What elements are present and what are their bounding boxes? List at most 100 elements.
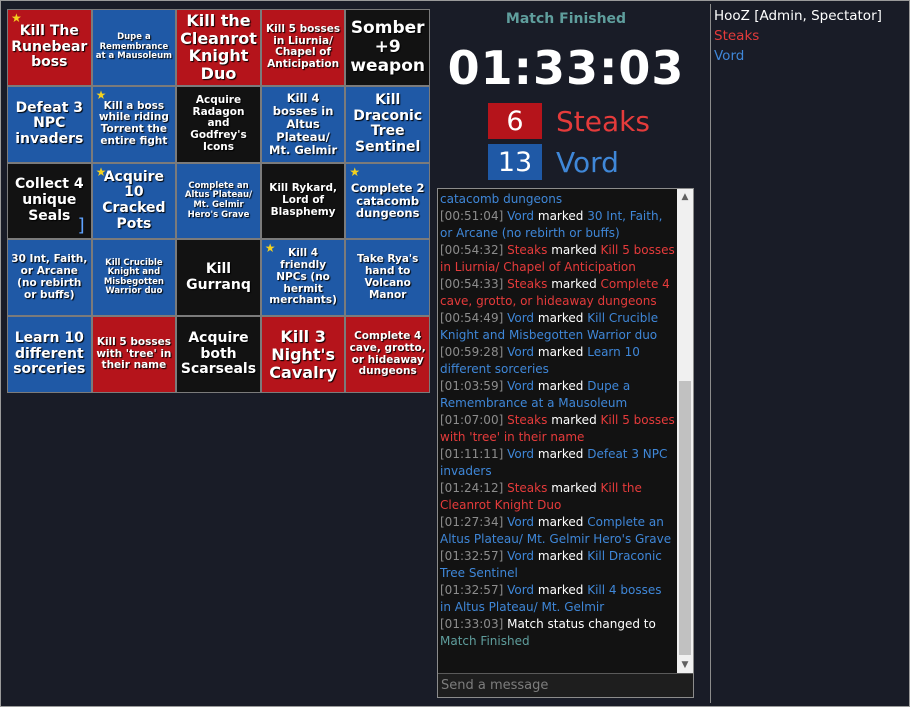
team-score-box: 6 bbox=[488, 103, 542, 139]
chat-log[interactable]: catacomb dungeons [00:51:04] Vord marked… bbox=[438, 189, 677, 673]
chat-action: marked bbox=[537, 447, 584, 461]
chat-timestamp: [00:59:28] bbox=[440, 345, 504, 359]
chat-line: catacomb dungeons bbox=[440, 192, 563, 206]
board-cell[interactable]: Take Rya's hand to Volcano Manor bbox=[346, 240, 429, 316]
chat-input[interactable] bbox=[438, 673, 693, 697]
board-cell-mark: ] bbox=[77, 215, 85, 237]
chat-message: [01:11:11] Vord marked Defeat 3 NPC inva… bbox=[440, 446, 675, 480]
board-cell-label: Kill The Runebear boss bbox=[11, 22, 88, 71]
board-cell[interactable]: Kill Rykard, Lord of Blasphemy bbox=[261, 163, 345, 239]
board-cell-label: Defeat 3 NPC invaders bbox=[15, 99, 84, 148]
board-cell[interactable]: Kill 4 bosses in Altus Plateau/ Mt. Gelm… bbox=[261, 86, 345, 162]
chat-timestamp: [01:07:00] bbox=[440, 413, 504, 427]
chat-message: [00:54:32] Steaks marked Kill 5 bosses i… bbox=[440, 242, 675, 276]
board-cell[interactable]: Complete an Altus Plateau/ Mt. Gelmir He… bbox=[177, 163, 260, 239]
star-icon: ★ bbox=[95, 164, 107, 179]
chat-player-name: Steaks bbox=[507, 481, 548, 495]
board-cell[interactable]: Kill Crucible Knight and Misbegotten War… bbox=[92, 240, 176, 316]
chat-player-name: Vord bbox=[507, 583, 535, 597]
chat-action: marked bbox=[537, 209, 584, 223]
board-cell-label: Learn 10 different sorceries bbox=[13, 330, 86, 378]
board-cell[interactable]: ★ Kill The Runebear boss bbox=[8, 10, 91, 85]
chevron-up-icon[interactable]: ▲ bbox=[677, 189, 693, 205]
board-cell-label: Dupe a Remembrance at a Mausoleum bbox=[95, 32, 172, 62]
board-cell-label: 30 Int, Faith, or Arcane (no rebirth or … bbox=[11, 253, 88, 301]
scrollbar-thumb[interactable] bbox=[679, 381, 691, 655]
board-cell[interactable]: Kill Gurranq bbox=[177, 240, 260, 316]
board-cell-label: Kill 4 friendly NPCs (no hermit merchant… bbox=[269, 247, 337, 307]
board-cell-label: Kill a boss while riding Torrent the ent… bbox=[98, 99, 169, 147]
chat-timestamp: [01:33:03] bbox=[440, 617, 504, 631]
board-cell[interactable]: Defeat 3 NPC invaders bbox=[8, 86, 91, 162]
board-cell-label: Kill 5 bosses with 'tree' in their name bbox=[96, 335, 172, 372]
chat-timestamp: [01:03:59] bbox=[440, 379, 504, 393]
board-cell-label: Kill the Cleanrot Knight Duo bbox=[180, 10, 257, 84]
chat-message: [01:07:00] Steaks marked Kill 5 bosses w… bbox=[440, 412, 675, 446]
chat-player-name: Vord bbox=[507, 345, 535, 359]
chat-player-name: Vord bbox=[507, 447, 535, 461]
board-cell-label: Collect 4 unique Seals bbox=[15, 176, 84, 224]
chat-status: Match Finished bbox=[440, 634, 530, 648]
chat-timestamp: [00:51:04] bbox=[440, 209, 504, 223]
team-score-row-steaks: 6 Steaks bbox=[488, 103, 650, 139]
chat-player-name: Vord bbox=[507, 549, 535, 563]
team-score-box: 13 bbox=[488, 144, 542, 180]
board-cell-label: Kill 4 bosses in Altus Plateau/ Mt. Gelm… bbox=[269, 91, 338, 157]
chat-timestamp: [01:27:34] bbox=[440, 515, 504, 529]
match-status: Match Finished bbox=[505, 11, 627, 27]
chat-action: marked bbox=[537, 379, 584, 393]
board-cell[interactable]: 30 Int, Faith, or Arcane (no rebirth or … bbox=[8, 240, 91, 316]
player-name: Vord bbox=[714, 48, 745, 64]
chat-action: marked bbox=[537, 549, 584, 563]
board-cell-label: Acquire Radagon and Godfrey's Icons bbox=[190, 93, 247, 153]
chat-action: marked bbox=[537, 345, 584, 359]
board-cell[interactable]: Dupe a Remembrance at a Mausoleum bbox=[92, 10, 176, 85]
board-cell[interactable]: Kill 5 bosses with 'tree' in their name bbox=[92, 317, 176, 392]
board-cell[interactable]: Complete 4 cave, grotto, or hideaway dun… bbox=[346, 317, 429, 392]
chat-message: [00:54:33] Steaks marked Complete 4 cave… bbox=[440, 276, 675, 310]
board-cell[interactable]: Learn 10 different sorceries bbox=[8, 317, 91, 392]
board-cell[interactable]: Kill 5 bosses in Liurnia/ Chapel of Anti… bbox=[261, 10, 345, 85]
star-icon: ★ bbox=[95, 87, 107, 102]
chat-message: [01:24:12] Steaks marked Kill the Cleanr… bbox=[440, 480, 675, 514]
match-timer: 01:33:03 bbox=[447, 41, 685, 95]
board-cell[interactable]: ★ Complete 2 catacomb dungeons bbox=[346, 163, 429, 239]
player-name: HooZ [Admin, Spectator] bbox=[714, 8, 882, 24]
chat-action: marked bbox=[551, 413, 597, 427]
board-cell[interactable]: Kill the Cleanrot Knight Duo bbox=[177, 10, 260, 85]
board-cell[interactable]: Collect 4 unique Seals] bbox=[8, 163, 91, 239]
chat-timestamp: [00:54:32] bbox=[440, 243, 504, 257]
player-name: Steaks bbox=[714, 28, 760, 44]
chat-timestamp: [00:54:49] bbox=[440, 311, 504, 325]
chat-scrollbar[interactable]: ▲ ▼ bbox=[677, 189, 693, 673]
board-cell[interactable]: Acquire both Scarseals bbox=[177, 317, 260, 392]
board-cell[interactable]: ★ Kill 4 friendly NPCs (no hermit merchan… bbox=[261, 240, 345, 316]
team-score-row-vord: 13 Vord bbox=[488, 144, 619, 180]
board-cell[interactable]: Somber +9 weapon bbox=[346, 10, 429, 85]
chat-message: [00:54:49] Vord marked Kill Crucible Kni… bbox=[440, 310, 675, 344]
board-cell[interactable]: ★ Kill a boss while riding Torrent the en… bbox=[92, 86, 176, 162]
board-cell-label: Kill Gurranq bbox=[186, 261, 251, 293]
chat-timestamp: [01:32:57] bbox=[440, 549, 504, 563]
chat-system-text: Match status changed to bbox=[507, 617, 656, 631]
board-cell[interactable]: Acquire Radagon and Godfrey's Icons bbox=[177, 86, 260, 162]
board-cell[interactable]: Kill Draconic Tree Sentinel bbox=[346, 86, 429, 162]
board-cell[interactable]: ★ Acquire 10 Cracked Pots bbox=[92, 163, 176, 239]
chat-player-name: Steaks bbox=[507, 243, 548, 257]
chat-action: marked bbox=[551, 481, 597, 495]
board-cell[interactable]: Kill 3 Night's Cavalry bbox=[261, 317, 345, 392]
board-cell-label: Take Rya's hand to Volcano Manor bbox=[356, 253, 419, 301]
team-name: Steaks bbox=[556, 104, 650, 138]
chevron-down-icon[interactable]: ▼ bbox=[677, 657, 693, 673]
board-cell-label: Kill 3 Night's Cavalry bbox=[269, 326, 337, 382]
board-cell-label: Complete an Altus Plateau/ Mt. Gelmir He… bbox=[184, 180, 253, 220]
chat-action: marked bbox=[537, 515, 584, 529]
star-icon: ★ bbox=[349, 164, 361, 179]
board-cell-label: Complete 2 catacomb dungeons bbox=[350, 180, 425, 221]
chat-message: [00:51:04] Vord marked 30 Int, Faith, or… bbox=[440, 208, 675, 242]
chat-action: marked bbox=[537, 311, 584, 325]
board-cell-label: Kill Rykard, Lord of Blasphemy bbox=[269, 182, 337, 218]
board-cell-label: Kill Draconic Tree Sentinel bbox=[353, 91, 423, 155]
chat-player-name: Steaks bbox=[507, 413, 548, 427]
chat-player-name: Vord bbox=[507, 379, 535, 393]
